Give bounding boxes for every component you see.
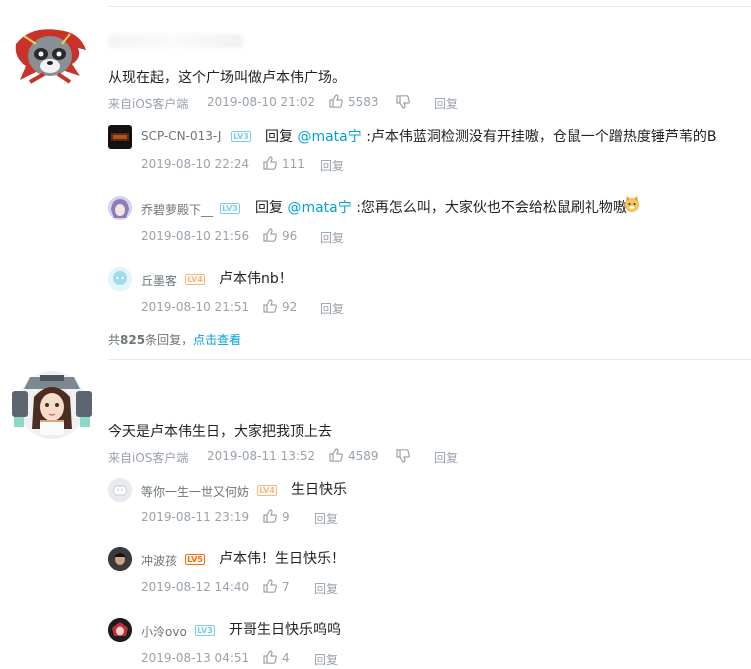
reply-username[interactable]: 小泠ovo (141, 623, 187, 640)
level-badge: LV4 (257, 485, 277, 496)
reply-time: 2019-08-10 21:51 (141, 300, 250, 314)
reply-text: 卢本伟nb！ (219, 271, 293, 287)
like-count: 9 (282, 510, 290, 524)
reply-username[interactable]: 丘墨客 (141, 272, 177, 289)
view-more-link[interactable]: 点击查看 (193, 333, 241, 347)
reply-text: 生日快乐 (291, 482, 347, 498)
divider (108, 6, 751, 7)
avatar[interactable] (10, 24, 90, 88)
view-more: 共825条回复，点击查看 (108, 333, 242, 347)
avatar[interactable] (10, 369, 94, 441)
level-badge: LV3 (231, 131, 251, 142)
thumbs-up-icon[interactable] (328, 93, 344, 113)
reply-username[interactable]: SCP-CN-013-J (141, 129, 221, 143)
thumbs-up-icon[interactable] (328, 447, 344, 467)
avatar[interactable] (108, 125, 132, 149)
avatar[interactable] (108, 618, 132, 642)
like-count: 4 (282, 651, 290, 665)
anime-girl-avatar-icon (108, 196, 132, 220)
avatar[interactable] (108, 547, 132, 571)
thumbs-up-icon[interactable] (262, 649, 278, 669)
reply-button[interactable]: 回复 (434, 95, 458, 112)
reply-button[interactable]: 回复 (314, 651, 338, 668)
like-count: 7 (282, 580, 290, 594)
thumbs-up-icon[interactable] (262, 155, 278, 175)
reply-time: 2019-08-10 22:24 (141, 157, 250, 171)
avatar[interactable] (108, 196, 132, 220)
avatar[interactable] (108, 478, 132, 502)
chibi-avatar-icon (108, 267, 132, 291)
level-badge: LV5 (185, 554, 205, 565)
comment-time: 2019-08-10 21:02 (207, 95, 316, 109)
reply-username[interactable]: 等你一生一世又何妨 (141, 483, 249, 500)
reply-text: 回复 @mata宁 :卢本伟蓝洞检测没有开挂嗷，仓鼠一个蹭热度锤芦苇的B (265, 129, 717, 145)
reply-username[interactable]: 乔碧萝殿下__ (141, 201, 213, 218)
comment-text: 从现在起，这个广场叫做卢本伟广场。 (108, 70, 346, 86)
reply-time: 2019-08-13 04:51 (141, 651, 250, 665)
anime-avatar-icon (108, 618, 132, 642)
reply-button[interactable]: 回复 (314, 510, 338, 527)
default-avatar-icon (108, 478, 132, 502)
mecha-frame-avatar-icon (12, 371, 92, 439)
reply-button[interactable]: 回复 (320, 300, 344, 317)
photo-avatar-icon (108, 547, 132, 571)
level-badge: LV4 (185, 274, 205, 285)
like-count: 111 (282, 157, 305, 171)
like-count: 4589 (348, 449, 379, 463)
like-count: 96 (282, 229, 298, 243)
level-badge: LV3 (195, 625, 215, 636)
reply-text: 卢本伟！生日快乐！ (219, 551, 345, 567)
mention-link[interactable]: @mata宁 (297, 129, 361, 145)
reply-text: 开哥生日快乐呜呜 (229, 622, 341, 638)
reply-time: 2019-08-10 21:56 (141, 229, 250, 243)
reply-button[interactable]: 回复 (434, 449, 458, 466)
reply-button[interactable]: 回复 (320, 229, 344, 246)
mention-link[interactable]: @mata宁 (287, 200, 351, 216)
reply-button[interactable]: 回复 (320, 157, 344, 174)
reply-text: 回复 @mata宁 :您再怎么叫，大家伙也不会给松鼠刷礼物嗷 (255, 200, 627, 216)
divider (108, 359, 751, 360)
raccoon-avatar-icon (15, 29, 86, 84)
reply-time: 2019-08-12 14:40 (141, 580, 250, 594)
reply-time: 2019-08-11 23:19 (141, 510, 250, 524)
thumbs-down-icon[interactable] (395, 94, 411, 114)
dog-emoji-icon (623, 195, 641, 217)
blurred-username (108, 34, 243, 48)
thumbs-up-icon[interactable] (262, 578, 278, 598)
thumbs-up-icon[interactable] (262, 508, 278, 528)
level-badge: LV3 (220, 203, 240, 214)
like-count: 5583 (348, 95, 379, 109)
comment-text: 今天是卢本伟生日，大家把我顶上去 (108, 424, 332, 440)
comment-client: 来自iOS客户端 (108, 97, 189, 111)
comment-time: 2019-08-11 13:52 (207, 449, 316, 463)
reply-username[interactable]: 冲波孩 (141, 552, 177, 569)
avatar[interactable] (108, 267, 132, 291)
thumbs-up-icon[interactable] (262, 298, 278, 318)
scp-logo-icon (111, 133, 129, 141)
comment-client: 来自iOS客户端 (108, 451, 189, 465)
thumbs-down-icon[interactable] (395, 448, 411, 468)
thumbs-up-icon[interactable] (262, 227, 278, 247)
reply-button[interactable]: 回复 (314, 580, 338, 597)
like-count: 92 (282, 300, 298, 314)
